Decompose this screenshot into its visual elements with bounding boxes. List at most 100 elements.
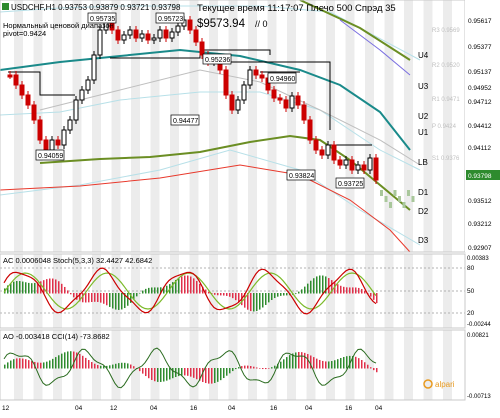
ao-bar bbox=[4, 364, 6, 369]
ao-bar bbox=[361, 359, 363, 369]
session-stripe bbox=[404, 0, 413, 252]
ao-bar bbox=[154, 368, 156, 382]
candle-body bbox=[247, 69, 253, 86]
ao-bar bbox=[223, 368, 225, 379]
candle-body bbox=[13, 74, 19, 86]
level-label-u3: U3 bbox=[418, 82, 429, 91]
ao-bar bbox=[250, 366, 252, 369]
ao-bar bbox=[187, 368, 189, 376]
candle-body bbox=[97, 29, 103, 56]
candle-body bbox=[367, 157, 373, 171]
candle-body bbox=[325, 144, 331, 156]
ac-bar bbox=[301, 289, 303, 294]
cci-pane[interactable]: AO -0.003418 CCI(14) -73.8682 0.00821 -0… bbox=[0, 329, 491, 401]
ac-bar bbox=[307, 283, 309, 294]
svg-text:0.93824: 0.93824 bbox=[289, 173, 314, 180]
ac-bar bbox=[322, 275, 324, 294]
candle-body bbox=[331, 144, 337, 161]
svg-text:0.94952: 0.94952 bbox=[468, 85, 492, 92]
time-label: 04 bbox=[305, 405, 313, 412]
ao-bar bbox=[100, 365, 102, 369]
price-scale[interactable]: 0.95617 0.95377 0.95137 0.94952 0.94712 … bbox=[465, 0, 500, 252]
level-label-d2: D2 bbox=[418, 207, 429, 216]
ac-bar bbox=[262, 293, 264, 308]
ao-bar bbox=[181, 368, 183, 376]
ac-bar bbox=[148, 287, 150, 294]
chart-canvas[interactable]: 0.95735 0.957230.952360.949600.944770.940… bbox=[0, 0, 500, 413]
faint-level-r2: R2 0.9520 bbox=[432, 63, 460, 69]
ao-bar bbox=[211, 368, 213, 384]
stochastic-pane[interactable]: AC 0.0006048 Stoch(5,3,3) 32.4427 42.684… bbox=[0, 253, 491, 329]
candle-body bbox=[313, 139, 319, 151]
ac-bar bbox=[136, 293, 138, 297]
level-label-u2: U2 bbox=[418, 112, 429, 121]
price-pane[interactable]: 0.95735 0.957230.952360.949600.944770.940… bbox=[0, 0, 466, 253]
ac-bar bbox=[49, 278, 51, 294]
level-label-u1: U1 bbox=[418, 128, 429, 137]
candle-body bbox=[223, 69, 229, 96]
session-stripe bbox=[209, 330, 218, 400]
ao-bar bbox=[133, 366, 135, 369]
ac-bar bbox=[271, 293, 273, 300]
ac-bar bbox=[286, 293, 288, 296]
projected-candle bbox=[402, 202, 406, 208]
session-stripe bbox=[287, 0, 296, 252]
session-stripe bbox=[248, 0, 257, 252]
ac-bar bbox=[187, 275, 189, 294]
svg-text:0.95137: 0.95137 bbox=[468, 69, 492, 76]
ao-bar bbox=[193, 368, 195, 378]
ao-bar bbox=[43, 362, 45, 369]
ao-bar bbox=[346, 356, 348, 369]
session-stripe bbox=[209, 0, 218, 252]
session-stripe bbox=[443, 330, 452, 400]
ao-bar bbox=[61, 353, 63, 369]
ac-bar bbox=[55, 279, 57, 294]
svg-text:0.94712: 0.94712 bbox=[468, 99, 492, 106]
candle-body bbox=[79, 89, 85, 101]
ac-bar bbox=[139, 292, 141, 294]
ac-bar bbox=[319, 275, 321, 294]
ao-bar bbox=[271, 367, 273, 369]
ao-bar bbox=[337, 359, 339, 369]
current-price-tag: 0.93798 bbox=[466, 170, 500, 180]
projected-candle bbox=[398, 196, 401, 202]
ao-bar bbox=[334, 360, 336, 369]
account-balance: $9573.94 bbox=[197, 18, 246, 30]
price-tick: 0.94112 bbox=[468, 145, 491, 152]
ac-bar bbox=[361, 288, 363, 294]
candle-body bbox=[349, 159, 355, 171]
svg-text:0.93798: 0.93798 bbox=[468, 173, 492, 180]
ao-bar bbox=[85, 357, 87, 369]
ao-bar bbox=[283, 359, 285, 369]
ac-bar bbox=[13, 281, 15, 294]
level-label-d3: D3 bbox=[418, 236, 429, 245]
ao-bar bbox=[322, 360, 324, 369]
ac-bar bbox=[265, 293, 267, 305]
ac-bar bbox=[274, 293, 276, 299]
candle-body bbox=[253, 69, 259, 76]
ao-bar bbox=[280, 361, 282, 369]
ac-bar bbox=[214, 293, 216, 295]
session-stripes bbox=[14, 0, 452, 252]
time-axis[interactable]: 12 04 12 04 16 04 16 04 16 04 bbox=[0, 401, 500, 413]
candle-body bbox=[307, 119, 313, 141]
session-stripe bbox=[404, 330, 413, 400]
ao-bar bbox=[142, 368, 144, 374]
time-label: 12 bbox=[110, 405, 118, 412]
ac-bar bbox=[34, 283, 36, 294]
candle-body bbox=[37, 119, 43, 141]
session-stripe bbox=[228, 330, 238, 400]
ac-bar bbox=[52, 278, 54, 294]
ac-bar bbox=[16, 281, 18, 294]
ao-bar bbox=[55, 357, 57, 369]
candle-body bbox=[25, 94, 31, 106]
candle-body bbox=[241, 84, 247, 101]
ac-bar bbox=[328, 278, 330, 294]
cci-scale-top: 0.00821 bbox=[467, 333, 489, 339]
candle-body bbox=[49, 139, 55, 151]
candle-body bbox=[289, 95, 295, 109]
ac-bar bbox=[70, 293, 72, 295]
ac-bar bbox=[103, 293, 105, 304]
ac-bar bbox=[346, 287, 348, 294]
ao-bar bbox=[67, 351, 69, 369]
